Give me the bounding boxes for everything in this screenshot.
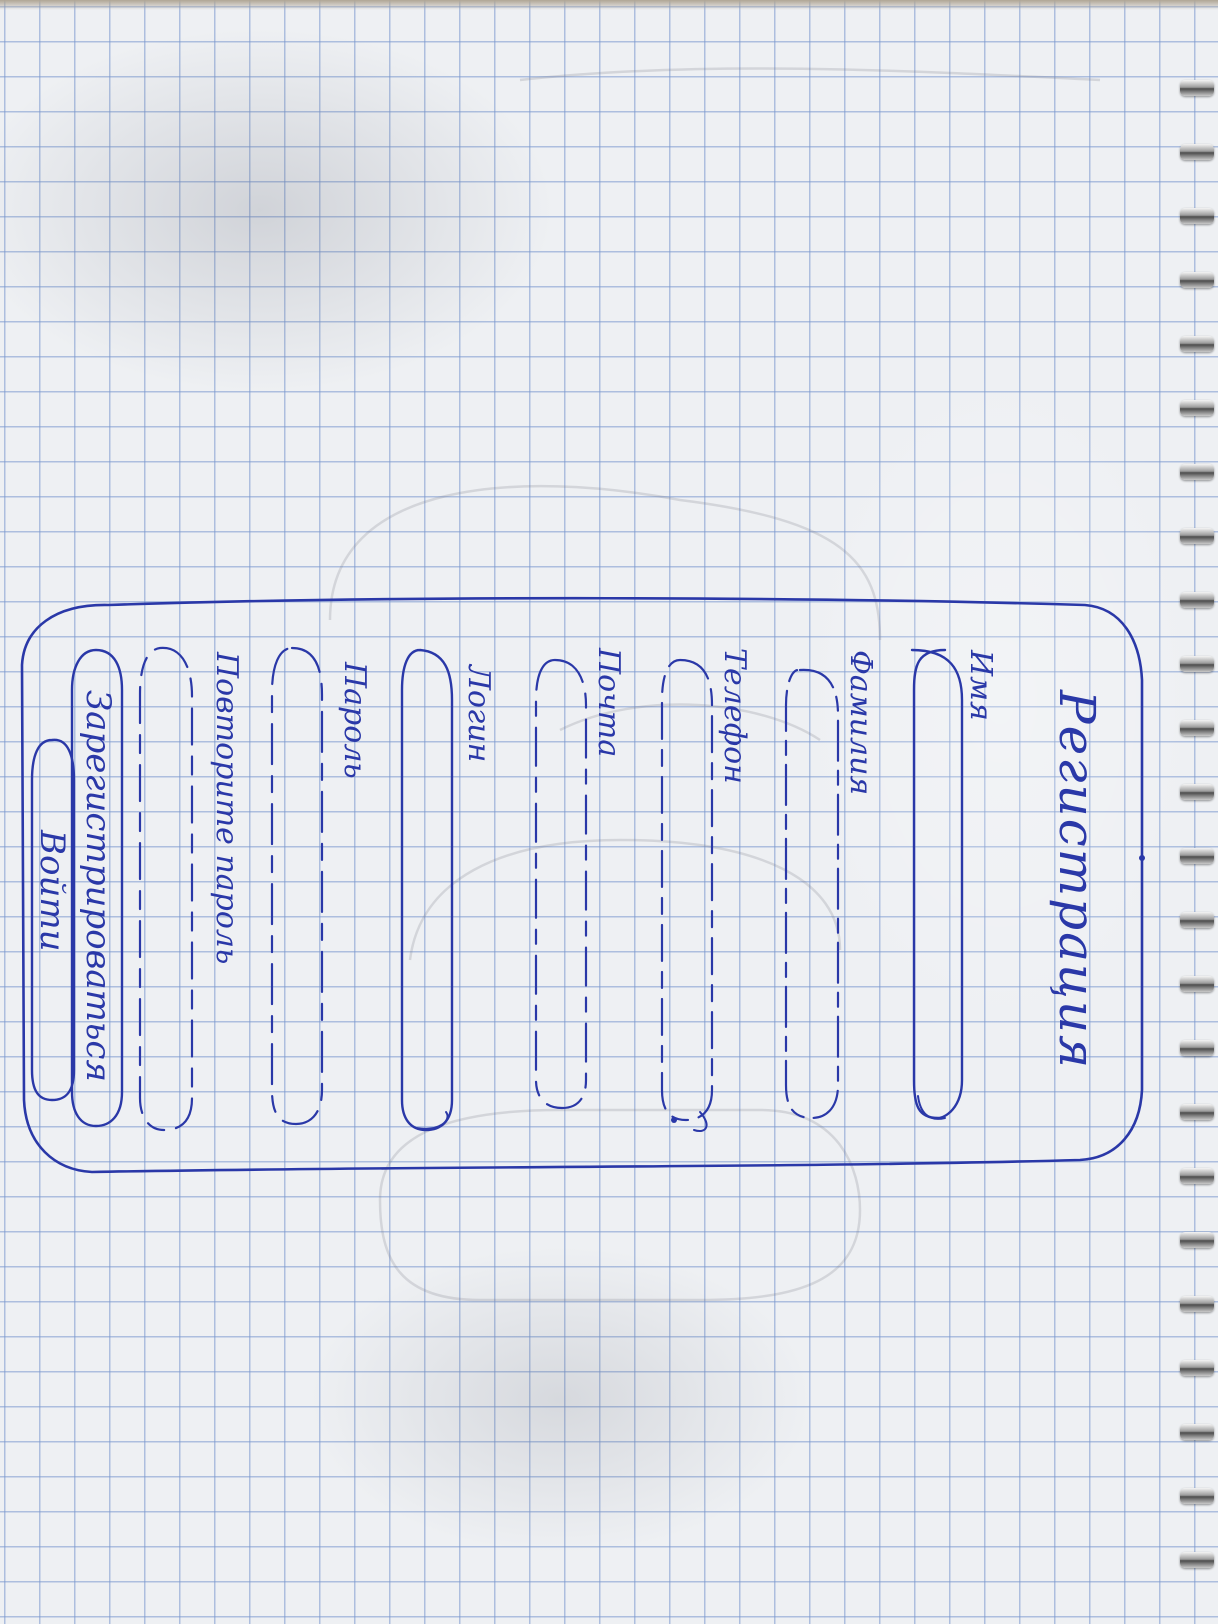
page-title: Регистрация — [1048, 690, 1106, 1071]
field-label-phone: Телефон — [717, 648, 752, 784]
register-button-label: Зарегистрироваться — [78, 690, 118, 1082]
input-field-name[interactable] — [910, 648, 964, 1120]
field-label-repeat-password: Повторите пароль — [209, 652, 244, 965]
input-field-email[interactable] — [534, 658, 588, 1110]
input-field-repeat-password[interactable] — [138, 646, 194, 1132]
frame-dot — [1139, 855, 1145, 861]
input-field-phone[interactable] — [660, 658, 714, 1132]
field-label-surname: Фамилия — [843, 650, 878, 796]
field-label-email: Почта — [591, 648, 626, 758]
input-field-surname[interactable] — [784, 668, 840, 1120]
field-label-login: Логин — [461, 665, 496, 763]
sketch-drawing — [20, 67, 1145, 1302]
field-label-password: Пароль — [337, 662, 372, 779]
input-field-password[interactable] — [270, 646, 324, 1126]
login-button-label: Войти — [32, 830, 72, 952]
field-label-name: Имя — [963, 650, 998, 721]
